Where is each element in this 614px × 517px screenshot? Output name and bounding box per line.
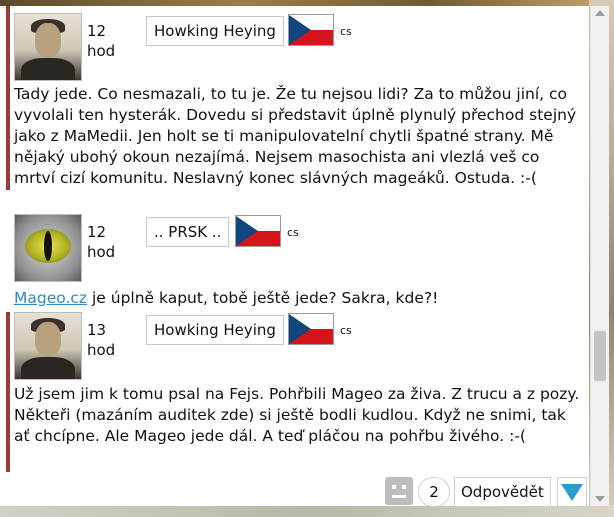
quote-bar [6,6,10,190]
post-text: Už jsem jim k tomu psal na Fejs. Pohřbil… [14,385,580,445]
arrow-down-icon[interactable] [557,477,587,507]
author-name-button[interactable]: Howking Heying [146,315,284,345]
language-code: cs [340,324,352,337]
reply-button[interactable]: Odpovědět [454,477,551,507]
comment-panel: 12 hod Howking Heying cs Tady jede. Co n… [0,6,589,506]
czech-flag-icon [235,215,281,247]
post-text-body: je úplně kaput, tobě ještě jede? Sakra, … [87,289,439,307]
quote-bar [6,312,10,472]
post-text: Mageo.cz je úplně kaput, tobě ještě jede… [14,288,584,309]
scroll-up-icon[interactable] [595,10,605,16]
avatar[interactable] [14,214,82,282]
post-time: 12 hod [87,22,116,60]
mageo-link[interactable]: Mageo.cz [14,289,87,307]
scroll-thumb[interactable] [594,331,606,381]
robot-icon[interactable] [385,477,413,505]
language-code: cs [340,25,352,38]
scrollbar[interactable] [590,6,609,506]
avatar[interactable] [14,312,82,380]
author-name-button[interactable]: .. PRSK .. [146,217,230,247]
post-text: Tady jede. Co nesmazali, to tu je. Že tu… [14,85,577,187]
czech-flag-icon [288,313,334,345]
avatar[interactable] [14,13,82,81]
czech-flag-icon [288,14,334,46]
reply-count[interactable]: 2 [418,477,450,507]
language-code: cs [287,226,299,239]
author-name-button[interactable]: Howking Heying [146,16,284,46]
scroll-down-icon[interactable] [595,496,605,502]
post-time: 13 hod [87,321,116,359]
post-time: 12 hod [87,223,116,261]
